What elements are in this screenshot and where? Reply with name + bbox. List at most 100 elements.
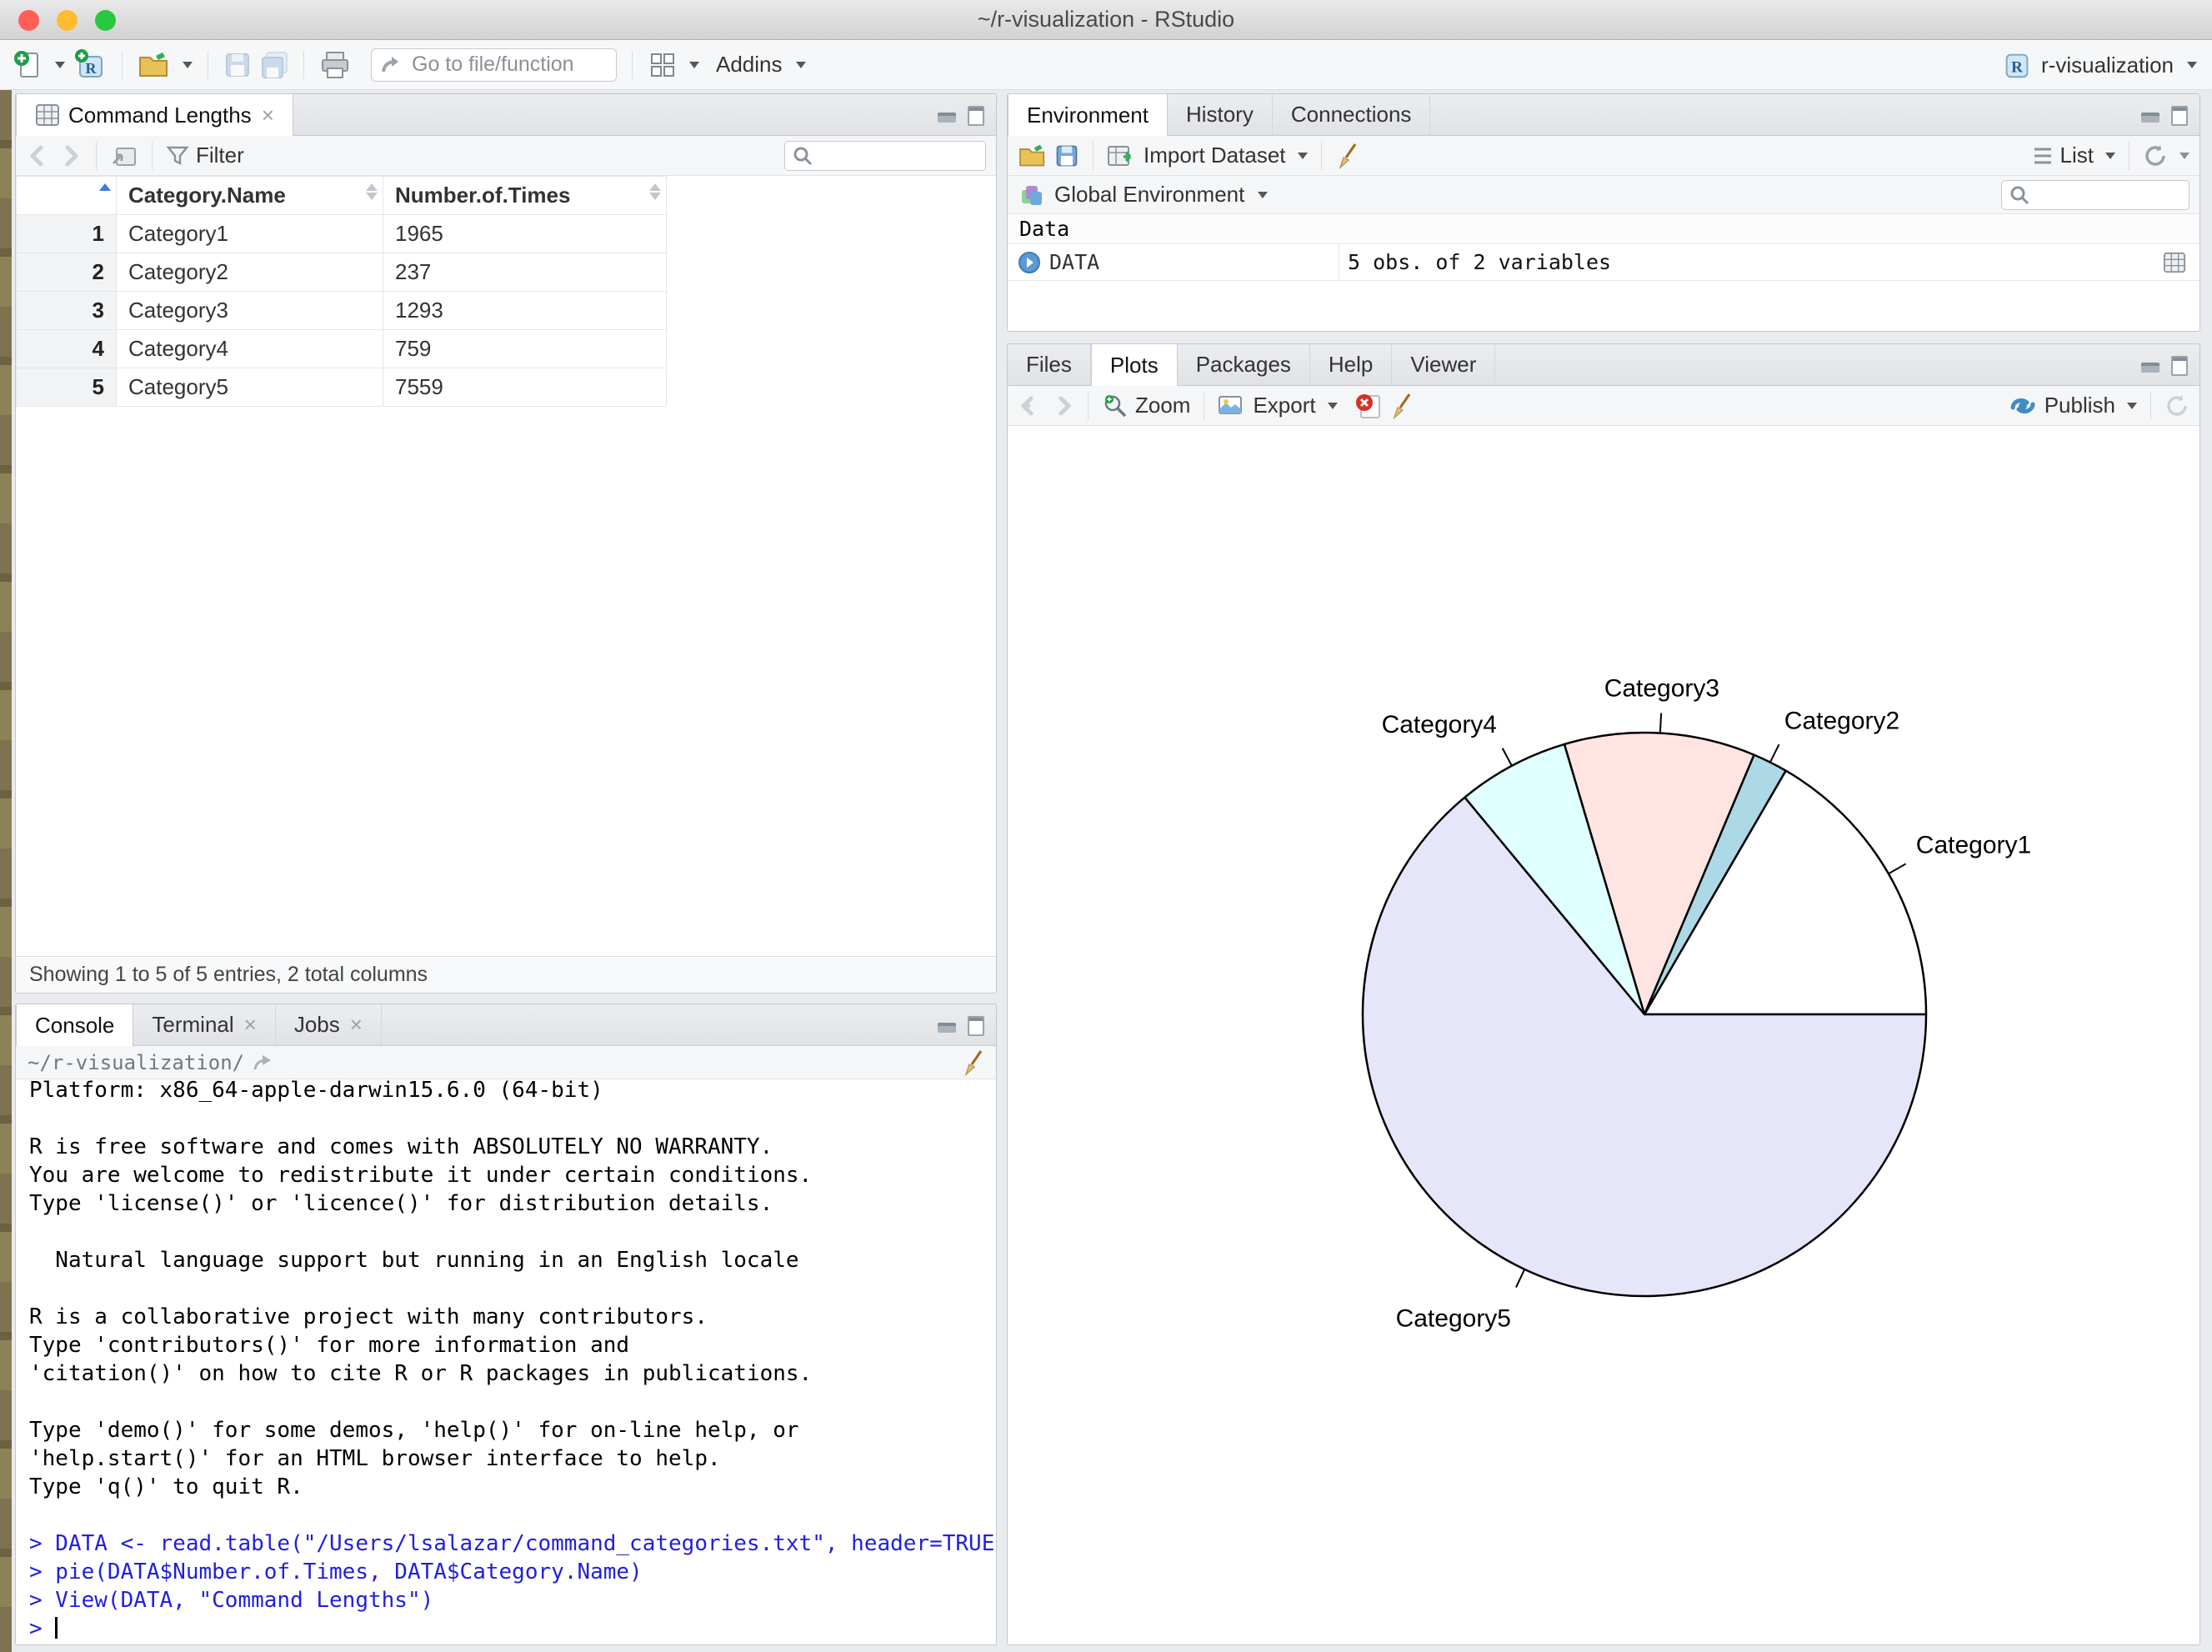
publish-button[interactable]: Publish bbox=[2044, 393, 2115, 418]
list-view-caret[interactable] bbox=[2105, 152, 2115, 159]
sort-up-icon[interactable] bbox=[649, 183, 661, 191]
plots-panel: Files Plots Packages Help Viewer Zoom Export bbox=[1007, 343, 2200, 1645]
import-dataset-button[interactable]: Import Dataset bbox=[1144, 143, 1286, 168]
refresh-plot-icon[interactable] bbox=[2164, 393, 2189, 418]
clear-console-icon[interactable] bbox=[961, 1049, 986, 1076]
remove-plot-icon[interactable] bbox=[1354, 393, 1383, 419]
forward-icon[interactable] bbox=[58, 143, 83, 168]
filter-button[interactable]: Filter bbox=[196, 143, 244, 168]
maximize-pane-icon[interactable] bbox=[2171, 106, 2188, 126]
close-tab-icon[interactable]: × bbox=[262, 103, 274, 128]
new-file-button[interactable] bbox=[13, 50, 65, 80]
open-directory-icon[interactable] bbox=[253, 1053, 274, 1073]
tab-environment[interactable]: Environment bbox=[1008, 94, 1168, 136]
environment-scope-caret[interactable] bbox=[1258, 191, 1269, 198]
new-project-button[interactable]: R bbox=[73, 48, 107, 82]
maximize-pane-icon[interactable] bbox=[968, 106, 984, 126]
save-workspace-icon[interactable] bbox=[1054, 143, 1079, 168]
plots-tabstrip: Files Plots Packages Help Viewer bbox=[1008, 344, 2199, 386]
new-file-menu-caret[interactable] bbox=[55, 61, 65, 68]
tab-console[interactable]: Console bbox=[16, 1004, 134, 1046]
save-button[interactable] bbox=[223, 51, 252, 79]
expand-object-icon[interactable] bbox=[1018, 251, 1041, 274]
zoom-window-icon[interactable] bbox=[95, 10, 116, 31]
back-icon[interactable] bbox=[26, 143, 51, 168]
table-status-text: Showing 1 to 5 of 5 entries, 2 total col… bbox=[16, 956, 996, 993]
minimize-window-icon[interactable] bbox=[57, 10, 78, 31]
tab-jobs[interactable]: Jobs × bbox=[276, 1004, 382, 1045]
table-row[interactable]: 4 Category4 759 bbox=[16, 329, 996, 368]
column-header[interactable]: Category.Name bbox=[116, 176, 383, 215]
tab-packages[interactable]: Packages bbox=[1178, 344, 1310, 385]
main-toolbar: R Go to file/function Addins R r-visuali… bbox=[0, 40, 2212, 90]
export-plot-caret[interactable] bbox=[1327, 402, 1338, 409]
environment-search-input[interactable] bbox=[2001, 179, 2189, 210]
clear-all-plots-icon[interactable] bbox=[1389, 393, 1414, 419]
publish-caret[interactable] bbox=[2127, 402, 2137, 409]
console-prompt[interactable]: > bbox=[29, 1614, 983, 1643]
close-tab-icon[interactable]: × bbox=[244, 1012, 257, 1038]
load-workspace-icon[interactable] bbox=[1018, 143, 1048, 168]
sort-down-icon[interactable] bbox=[649, 193, 661, 200]
pane-layout-button[interactable] bbox=[648, 50, 699, 80]
view-table-icon[interactable] bbox=[2163, 251, 2186, 274]
save-all-button[interactable] bbox=[260, 51, 288, 79]
close-tab-icon[interactable]: × bbox=[350, 1012, 363, 1038]
addins-button[interactable]: Addins bbox=[716, 52, 783, 78]
next-plot-icon[interactable] bbox=[1049, 393, 1074, 418]
refresh-icon[interactable] bbox=[2143, 143, 2168, 168]
zoom-plot-button[interactable]: Zoom bbox=[1135, 393, 1190, 418]
minimize-pane-icon[interactable] bbox=[938, 106, 959, 124]
tab-command-lengths[interactable]: Command Lengths × bbox=[16, 94, 293, 136]
open-file-button[interactable] bbox=[138, 51, 193, 79]
tab-history[interactable]: History bbox=[1168, 94, 1273, 135]
goto-file-input[interactable]: Go to file/function bbox=[371, 48, 617, 82]
close-window-icon[interactable] bbox=[18, 10, 39, 31]
pie-label-tick bbox=[1501, 748, 1513, 767]
tab-label: Terminal bbox=[152, 1012, 234, 1037]
minimize-pane-icon[interactable] bbox=[2141, 356, 2163, 374]
table-row[interactable]: 1 Category1 1965 bbox=[16, 214, 996, 253]
refresh-options-caret[interactable] bbox=[2179, 152, 2189, 159]
project-menu-caret[interactable] bbox=[2187, 62, 2197, 68]
table-row[interactable]: 2 Category2 237 bbox=[16, 253, 996, 292]
print-button[interactable] bbox=[319, 50, 351, 80]
tab-terminal[interactable]: Terminal × bbox=[133, 1004, 276, 1045]
previous-plot-icon[interactable] bbox=[1018, 393, 1043, 418]
row-number-header[interactable] bbox=[16, 176, 117, 215]
table-row[interactable]: 5 Category5 7559 bbox=[16, 368, 996, 407]
open-recent-caret[interactable] bbox=[183, 61, 193, 68]
tab-viewer[interactable]: Viewer bbox=[1392, 344, 1496, 385]
project-menu-button[interactable]: R r-visualization bbox=[2001, 40, 2197, 90]
table-search-input[interactable] bbox=[784, 140, 986, 171]
export-plot-button[interactable]: Export bbox=[1253, 393, 1315, 418]
tab-plots[interactable]: Plots bbox=[1090, 344, 1178, 386]
minimize-pane-icon[interactable] bbox=[2141, 106, 2163, 124]
import-dataset-caret[interactable] bbox=[1297, 152, 1308, 159]
console-output[interactable]: Platform: x86_64-apple-darwin15.6.0 (64-… bbox=[16, 1079, 996, 1644]
sort-up-icon[interactable] bbox=[366, 183, 378, 191]
data-viewer-panel: Command Lengths × Filter Category.Name N… bbox=[15, 93, 997, 994]
maximize-pane-icon[interactable] bbox=[968, 1016, 984, 1036]
maximize-pane-icon[interactable] bbox=[2171, 356, 2188, 376]
environment-object-row[interactable]: DATA 5 obs. of 2 variables bbox=[1008, 244, 2199, 281]
tab-connections[interactable]: Connections bbox=[1273, 94, 1431, 135]
open-in-new-window-icon[interactable] bbox=[110, 143, 138, 168]
tab-help[interactable]: Help bbox=[1310, 344, 1393, 385]
column-header[interactable]: Number.of.Times bbox=[383, 176, 667, 215]
addins-caret[interactable] bbox=[795, 61, 806, 68]
tab-files[interactable]: Files bbox=[1008, 344, 1091, 385]
table-row[interactable]: 3 Category3 1293 bbox=[16, 291, 996, 330]
pane-layout-caret[interactable] bbox=[689, 61, 699, 68]
sort-down-icon[interactable] bbox=[366, 193, 378, 200]
minimize-pane-icon[interactable] bbox=[938, 1016, 959, 1034]
list-view-icon bbox=[2034, 148, 2051, 163]
list-view-button[interactable]: List bbox=[2060, 143, 2094, 168]
tab-label: Files bbox=[1026, 352, 1072, 377]
environment-toolbar: Import Dataset List bbox=[1008, 136, 2199, 176]
environment-scope-button[interactable]: Global Environment bbox=[1054, 182, 1244, 208]
console-command-line: > pie(DATA$Number.of.Times, DATA$Categor… bbox=[29, 1559, 643, 1584]
svg-text:R: R bbox=[86, 60, 98, 77]
clear-environment-icon[interactable] bbox=[1335, 143, 1360, 169]
environment-section-header: Data bbox=[1008, 214, 2199, 244]
